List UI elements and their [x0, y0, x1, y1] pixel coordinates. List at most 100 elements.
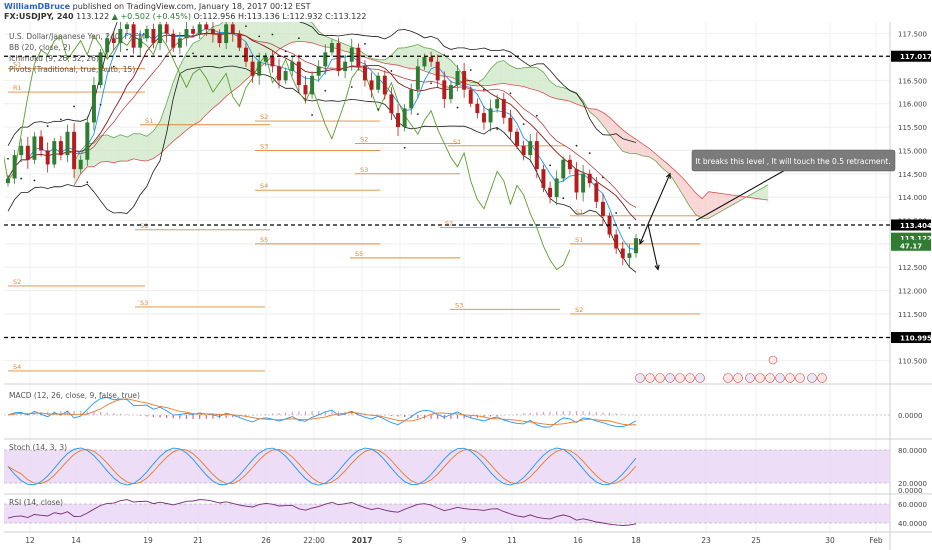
- price-tick-label: 112.500: [898, 264, 927, 272]
- candle-body: [217, 33, 222, 44]
- candle-body: [336, 43, 341, 72]
- cloud-segment: [602, 112, 610, 135]
- event-icon: [675, 373, 685, 383]
- candle-body: [25, 145, 30, 160]
- cloud-segment: [662, 159, 670, 174]
- last-price: 113.122: [76, 12, 110, 21]
- ohlc-text: O:112.956 H:113.136 L:112.932 C:113.122: [193, 12, 367, 21]
- annotation-callout[interactable]: It breaks this level , It will touch the…: [691, 149, 896, 172]
- legend-bb[interactable]: BB (20, close, 2): [9, 43, 71, 52]
- psar-dot: [602, 176, 604, 179]
- publish-line: WilliamDBruce published on TradingView.c…: [4, 2, 311, 11]
- candle-body: [257, 61, 262, 76]
- time-tick-label: 30: [825, 536, 835, 545]
- psar-dot: [456, 106, 459, 109]
- cloud-segment: [517, 67, 524, 87]
- legend-title[interactable]: U.S. Dollar/Japanese Yen, 240, FXCM: [9, 32, 145, 41]
- legend-pivots[interactable]: Pivots (Traditional, true, Auto, 15): [9, 65, 135, 74]
- rsi-pane: 60.0000 40.0000: [4, 499, 927, 528]
- time-tick-label: 21: [193, 536, 203, 545]
- pivot-label: S1: [453, 138, 461, 146]
- candle-body: [230, 24, 235, 34]
- candle-body: [85, 122, 90, 160]
- rsi-band: [4, 504, 890, 523]
- psar-dot: [377, 108, 380, 111]
- candle-body: [125, 24, 129, 30]
- candle-body: [462, 71, 467, 90]
- candle-body: [528, 141, 533, 156]
- psar-dot: [271, 33, 274, 36]
- candle-body: [534, 141, 539, 170]
- price-tick-label: 116.500: [898, 77, 927, 85]
- author-link[interactable]: WilliamDBruce: [4, 2, 70, 11]
- candle-body: [382, 75, 387, 95]
- time-tick-label: 25: [751, 536, 761, 545]
- psar-dot: [86, 181, 89, 184]
- candle-body: [356, 47, 361, 67]
- candle-body: [369, 80, 374, 90]
- time-tick-label: 22:00: [303, 536, 325, 545]
- price-tick-label: 112.000: [898, 288, 927, 296]
- candle-body: [475, 103, 480, 114]
- price-tick-label: 110.500: [898, 358, 927, 366]
- candle-body: [634, 238, 638, 254]
- candle-body: [587, 173, 592, 184]
- candle-body: [362, 66, 367, 81]
- cloud-segment: [530, 67, 537, 91]
- psar-dot: [33, 179, 36, 182]
- cloud-segment: [206, 26, 213, 115]
- candle-body: [495, 99, 500, 109]
- candle-body: [171, 33, 176, 48]
- pivot-label: S2: [13, 278, 21, 286]
- candle-body: [12, 155, 17, 179]
- cloud-segment: [556, 86, 564, 100]
- candle-body: [481, 113, 486, 123]
- pivot-label: S1: [575, 208, 583, 216]
- psar-dot: [483, 88, 485, 91]
- macd-tick-label: 0.0000: [898, 412, 923, 420]
- psar-dot: [588, 152, 591, 155]
- pivot-label: S3: [360, 166, 368, 174]
- candle-body: [329, 43, 334, 53]
- event-icon: [695, 373, 705, 383]
- candle-body: [627, 253, 632, 258]
- time-tick-label: 26: [261, 536, 271, 545]
- candle-body: [442, 80, 447, 100]
- candle-body: [277, 66, 282, 81]
- candle-body: [389, 94, 394, 114]
- time-tick-label: 18: [631, 536, 641, 545]
- cloud-segment: [120, 134, 127, 162]
- candle-body: [65, 131, 70, 156]
- price-tag-label: 113.404: [900, 222, 932, 230]
- candle-body: [290, 61, 295, 72]
- event-icon: [768, 355, 778, 365]
- psar-dot: [192, 52, 194, 55]
- event-icon: [665, 373, 675, 383]
- candle-body: [323, 52, 328, 67]
- legend-stoch[interactable]: Stoch (14, 3, 3): [9, 443, 67, 452]
- legend-ichimoku[interactable]: Ichimoku (9, 26, 52, 26): [9, 54, 99, 63]
- candle-body: [158, 24, 163, 44]
- price-tag-label: 110.995: [900, 335, 932, 343]
- legend-macd[interactable]: MACD (12, 26, close, 9, false, true): [9, 391, 140, 400]
- psar-dot: [416, 113, 419, 116]
- event-icon: [765, 373, 775, 383]
- change-text: +0.502 (+0.45%): [120, 12, 191, 21]
- candle-body: [316, 66, 321, 76]
- event-icon: [807, 373, 817, 383]
- price-tick-label: 114.500: [898, 171, 927, 179]
- legend-rsi[interactable]: RSI (14, close): [9, 498, 63, 507]
- psar-dot: [535, 114, 538, 117]
- psar-dot: [284, 50, 287, 53]
- stoch-pane: 80.000020.00000.0000: [4, 447, 927, 495]
- psar-dot: [403, 146, 406, 149]
- candle-body: [548, 187, 553, 198]
- pivot-label: S2: [445, 220, 453, 228]
- time-axis: 12 14 19 21 26 22:00 2017 5 9 11 16 18 23 25 30 Feb: [25, 536, 883, 545]
- candle-body: [72, 131, 77, 170]
- cloud-segment: [543, 72, 551, 97]
- cloud-segment: [503, 60, 511, 85]
- cloud-segment: [444, 55, 451, 78]
- candle-body: [263, 57, 268, 62]
- cloud-segment: [695, 192, 703, 219]
